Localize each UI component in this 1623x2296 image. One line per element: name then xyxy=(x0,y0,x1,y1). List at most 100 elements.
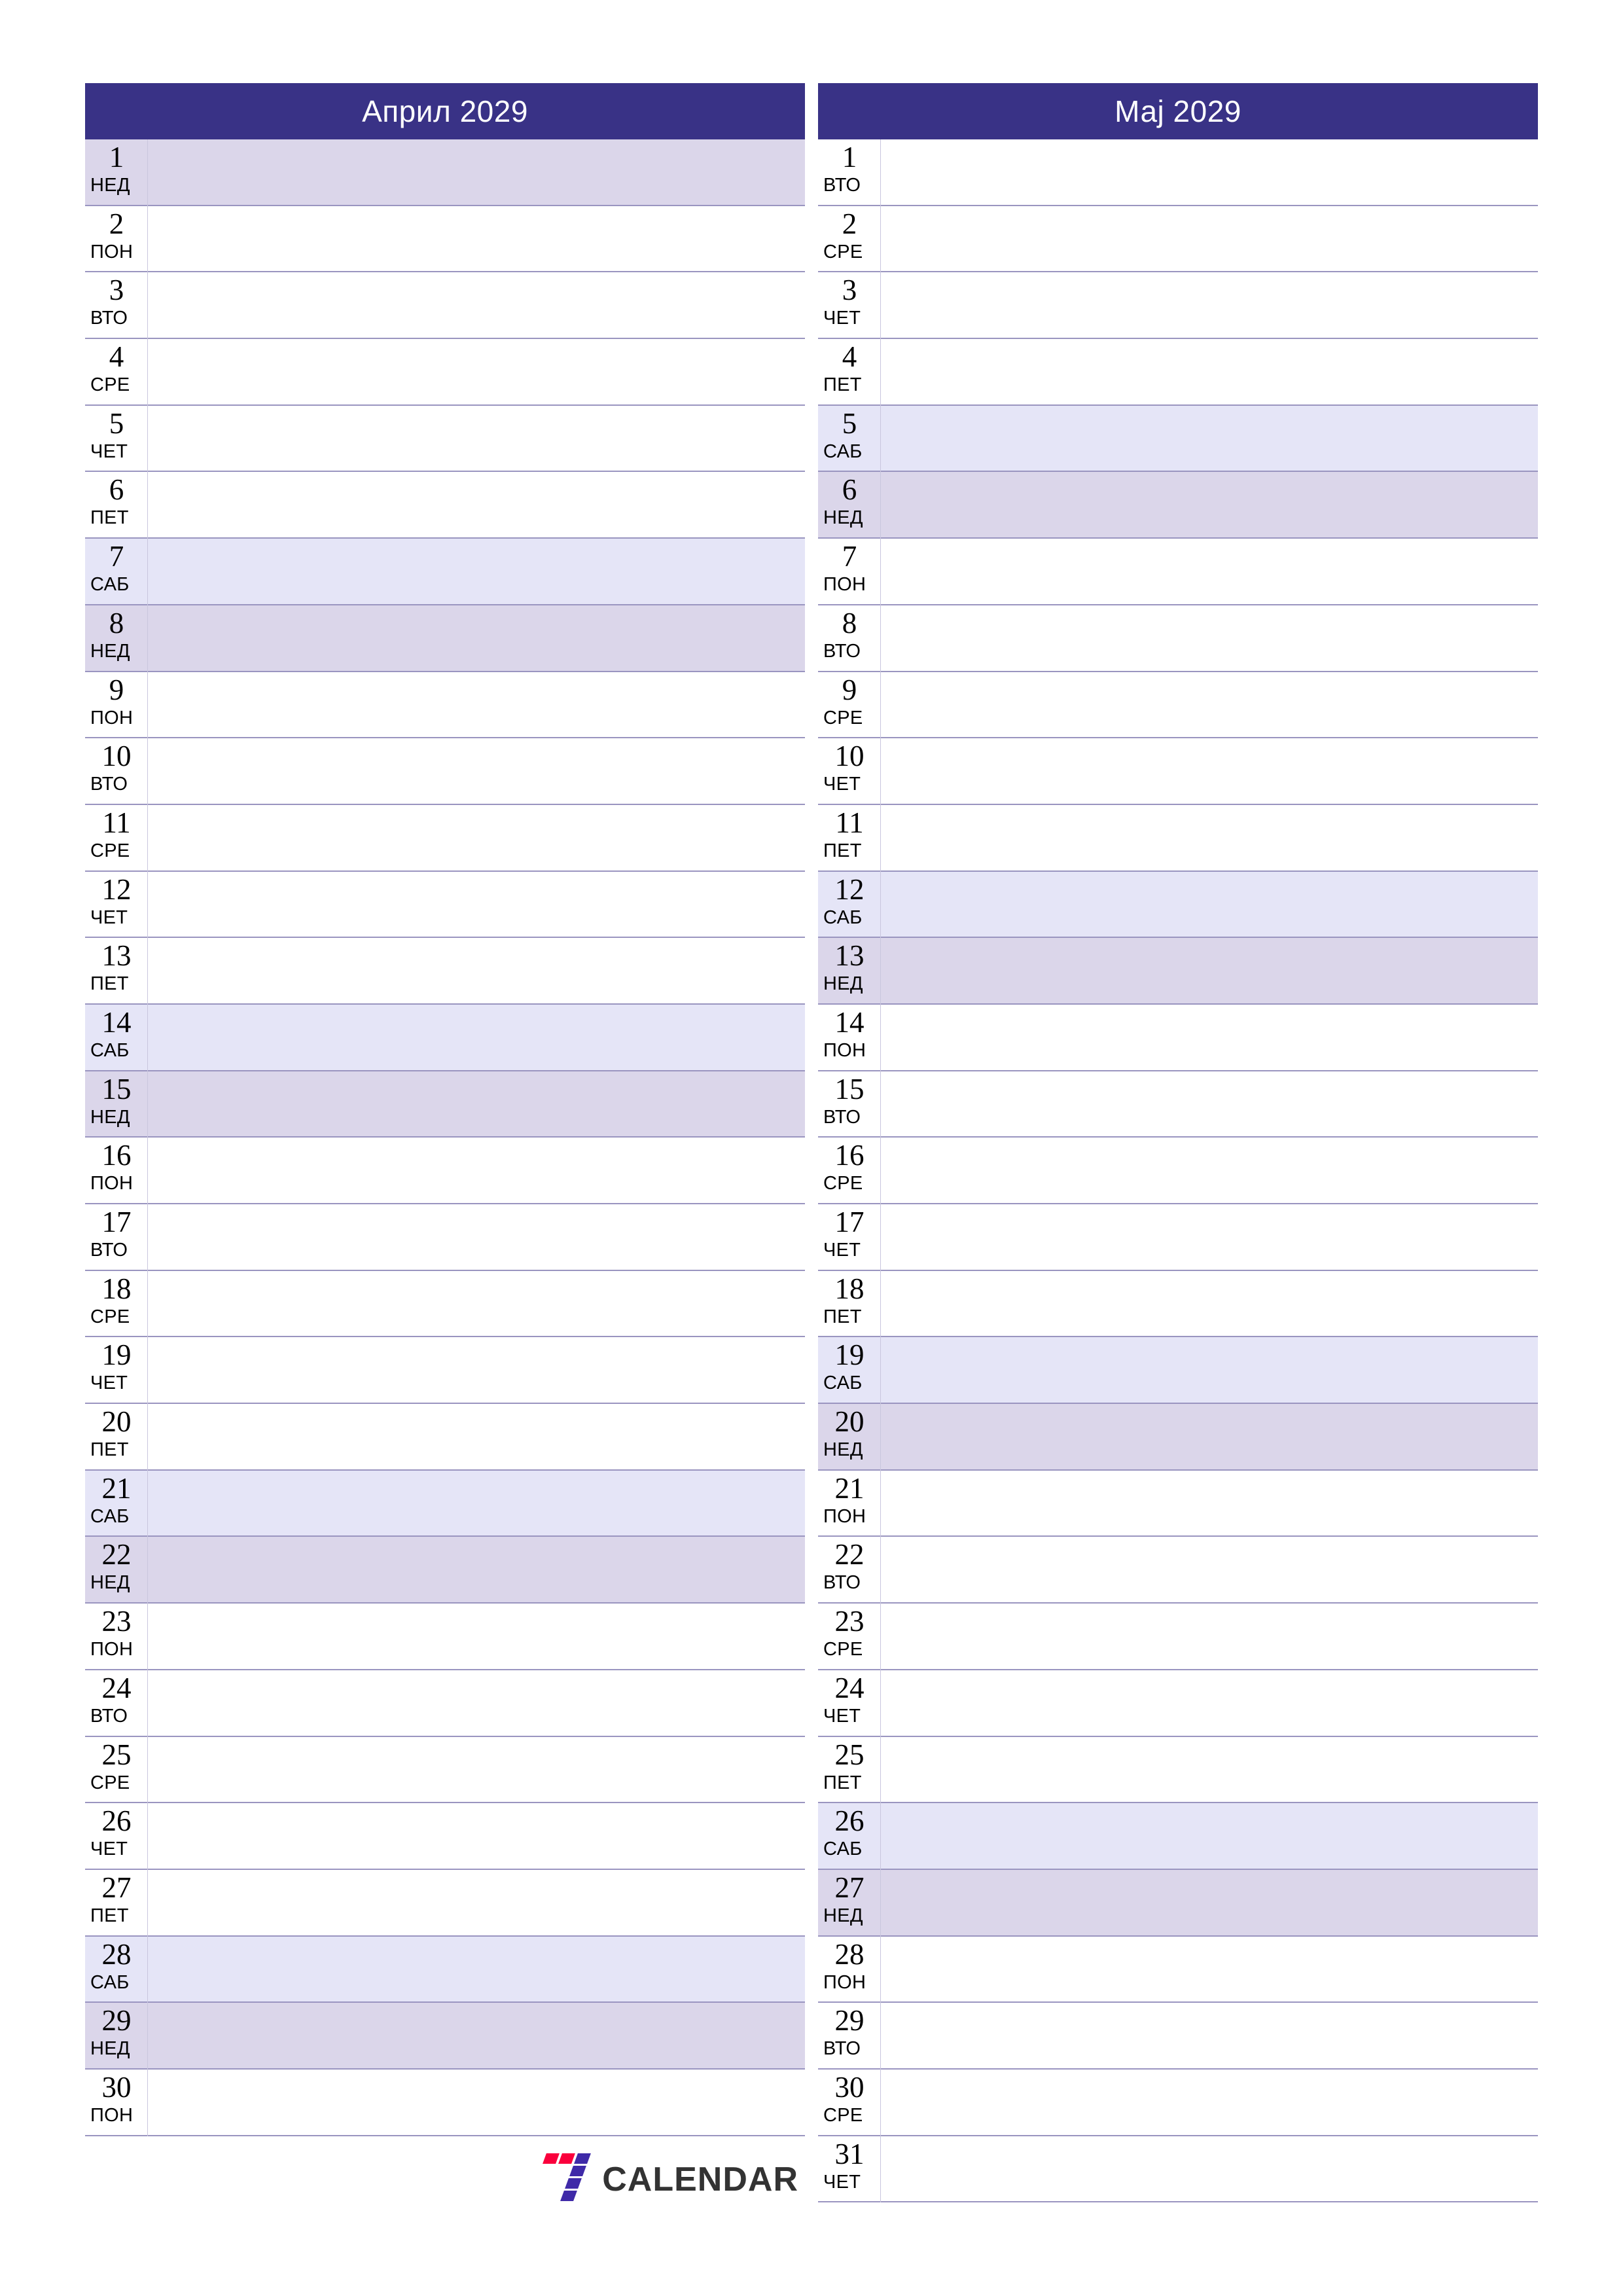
day-row[interactable]: 15 НЕД xyxy=(85,1071,805,1138)
day-row[interactable]: 10 ЧЕТ xyxy=(818,738,1538,805)
day-weekday-label: НЕД xyxy=(823,1905,863,1926)
day-weekday-label: НЕД xyxy=(90,175,130,196)
day-row[interactable]: 30 СРЕ xyxy=(818,2069,1538,2136)
day-weekday-label: ПЕТ xyxy=(90,1905,129,1926)
day-row[interactable]: 8 НЕД xyxy=(85,605,805,672)
day-weekday-label: НЕД xyxy=(90,2038,130,2060)
day-number: 4 xyxy=(842,340,857,374)
day-number: 7 xyxy=(109,540,124,573)
day-number: 13 xyxy=(834,939,865,973)
day-row[interactable]: 11 ПЕТ xyxy=(818,804,1538,872)
day-row[interactable]: 14 САБ xyxy=(85,1004,805,1071)
day-row[interactable]: 19 ЧЕТ xyxy=(85,1337,805,1405)
day-row[interactable]: 6 НЕД xyxy=(818,472,1538,539)
day-row[interactable]: 27 НЕД xyxy=(818,1869,1538,1937)
day-number: 14 xyxy=(101,1005,132,1039)
day-number: 5 xyxy=(842,406,857,440)
day-weekday-label: СРЕ xyxy=(823,1639,863,1660)
day-row[interactable]: 4 ПЕТ xyxy=(818,339,1538,406)
day-row[interactable]: 22 НЕД xyxy=(85,1537,805,1604)
day-weekday-label: ВТО xyxy=(823,2038,861,2060)
day-number: 16 xyxy=(834,1139,865,1172)
day-weekday-label: ПЕТ xyxy=(823,840,862,861)
day-row[interactable]: 9 ПОН xyxy=(85,672,805,739)
day-number: 21 xyxy=(834,1471,865,1505)
day-weekday-label: ВТО xyxy=(823,175,861,196)
day-row[interactable]: 31 ЧЕТ xyxy=(818,2136,1538,2203)
day-number: 2 xyxy=(109,207,124,240)
day-row[interactable]: 3 ЧЕТ xyxy=(818,272,1538,340)
day-number: 6 xyxy=(842,473,857,507)
day-row[interactable]: 27 ПЕТ xyxy=(85,1869,805,1937)
day-row[interactable]: 10 ВТО xyxy=(85,738,805,805)
day-number: 21 xyxy=(101,1471,132,1505)
day-number: 28 xyxy=(101,1937,132,1971)
day-row[interactable]: 28 САБ xyxy=(85,1936,805,2003)
day-row[interactable]: 5 ЧЕТ xyxy=(85,405,805,473)
day-row[interactable]: 9 СРЕ xyxy=(818,672,1538,739)
day-row[interactable]: 21 САБ xyxy=(85,1470,805,1537)
day-row[interactable]: 13 ПЕТ xyxy=(85,938,805,1005)
day-row[interactable]: 1 НЕД xyxy=(85,139,805,206)
day-row[interactable]: 25 ПЕТ xyxy=(818,1736,1538,1804)
day-weekday-label: ПЕТ xyxy=(823,374,862,396)
day-row[interactable]: 29 ВТО xyxy=(818,2003,1538,2070)
month-column-left: Април 2029 1 НЕД 2 ПОН 3 ВТО 4 СРЕ 5 ЧЕТ 6 ПЕТ 7 САБ 8… xyxy=(85,83,805,2207)
day-row[interactable]: 18 СРЕ xyxy=(85,1270,805,1338)
day-row[interactable]: 26 САБ xyxy=(818,1803,1538,1870)
day-row[interactable]: 17 ВТО xyxy=(85,1204,805,1271)
day-row[interactable]: 12 САБ xyxy=(818,871,1538,939)
day-row[interactable]: 15 ВТО xyxy=(818,1071,1538,1138)
day-row[interactable]: 24 ЧЕТ xyxy=(818,1670,1538,1737)
day-row[interactable]: 7 САБ xyxy=(85,539,805,605)
day-row[interactable]: 14 ПОН xyxy=(818,1004,1538,1071)
day-row[interactable]: 11 СРЕ xyxy=(85,804,805,872)
day-row[interactable]: 7 ПОН xyxy=(818,539,1538,605)
day-number: 3 xyxy=(842,274,857,307)
day-row[interactable]: 25 СРЕ xyxy=(85,1736,805,1804)
day-row[interactable]: 24 ВТО xyxy=(85,1670,805,1737)
day-row[interactable]: 18 ПЕТ xyxy=(818,1270,1538,1338)
day-number: 14 xyxy=(834,1005,865,1039)
day-list-left: 1 НЕД 2 ПОН 3 ВТО 4 СРЕ 5 ЧЕТ 6 ПЕТ 7 САБ 8 НЕД 9 ПОН 10 ВТ… xyxy=(85,139,805,2136)
day-row[interactable]: 21 ПОН xyxy=(818,1470,1538,1537)
day-row[interactable]: 13 НЕД xyxy=(818,938,1538,1005)
day-weekday-label: ЧЕТ xyxy=(90,440,128,462)
day-number: 17 xyxy=(834,1206,865,1238)
day-number: 25 xyxy=(834,1738,865,1771)
day-row[interactable]: 28 ПОН xyxy=(818,1936,1538,2003)
day-weekday-label: СРЕ xyxy=(823,2104,863,2126)
day-row[interactable]: 2 СРЕ xyxy=(818,206,1538,273)
day-weekday-label: ВТО xyxy=(90,774,128,795)
day-weekday-label: САБ xyxy=(90,1039,130,1061)
day-number: 16 xyxy=(101,1139,132,1172)
day-row[interactable]: 1 ВТО xyxy=(818,139,1538,206)
day-row[interactable]: 5 САБ xyxy=(818,405,1538,473)
day-weekday-label: ПЕТ xyxy=(90,973,129,995)
day-row[interactable]: 2 ПОН xyxy=(85,206,805,273)
day-row[interactable]: 8 ВТО xyxy=(818,605,1538,672)
day-row[interactable]: 30 ПОН xyxy=(85,2069,805,2136)
day-row[interactable]: 4 СРЕ xyxy=(85,339,805,406)
day-row[interactable]: 23 ПОН xyxy=(85,1604,805,1670)
day-row[interactable]: 6 ПЕТ xyxy=(85,472,805,539)
day-number: 25 xyxy=(101,1738,132,1771)
day-number: 1 xyxy=(109,141,124,173)
day-row[interactable]: 20 ПЕТ xyxy=(85,1404,805,1471)
day-row[interactable]: 19 САБ xyxy=(818,1337,1538,1405)
day-row[interactable]: 16 ПОН xyxy=(85,1138,805,1204)
day-row[interactable]: 3 ВТО xyxy=(85,272,805,340)
day-weekday-label: НЕД xyxy=(90,1572,130,1594)
day-row[interactable]: 16 СРЕ xyxy=(818,1138,1538,1204)
day-row[interactable]: 22 ВТО xyxy=(818,1537,1538,1604)
day-row[interactable]: 26 ЧЕТ xyxy=(85,1803,805,1870)
day-row[interactable]: 17 ЧЕТ xyxy=(818,1204,1538,1271)
day-row[interactable]: 20 НЕД xyxy=(818,1404,1538,1471)
day-row[interactable]: 29 НЕД xyxy=(85,2003,805,2070)
month-title-right: Мај 2029 xyxy=(818,83,1538,139)
seven-stripes-icon xyxy=(542,2152,593,2207)
day-weekday-label: НЕД xyxy=(823,973,863,995)
day-row[interactable]: 12 ЧЕТ xyxy=(85,871,805,939)
day-weekday-label: ЧЕТ xyxy=(90,1839,128,1860)
day-row[interactable]: 23 СРЕ xyxy=(818,1604,1538,1670)
